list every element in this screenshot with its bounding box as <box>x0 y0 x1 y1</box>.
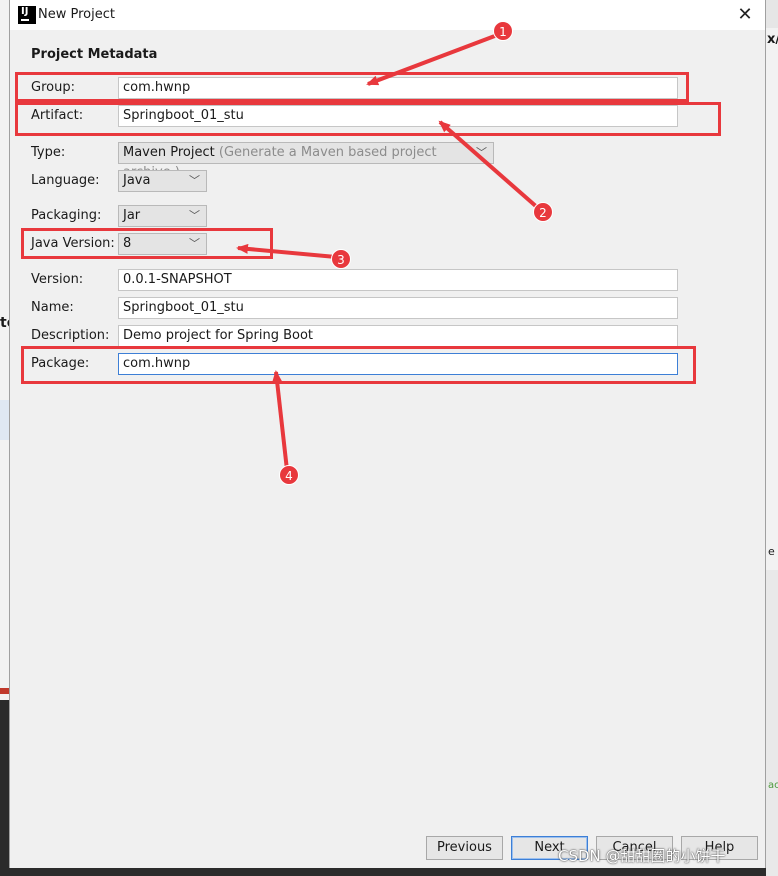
annotation-arrows <box>236 32 540 471</box>
arrow-1 <box>366 32 501 86</box>
arrow-3 <box>236 243 337 259</box>
annotation-badge-3: 3 <box>331 249 351 269</box>
arrow-4 <box>272 370 289 471</box>
annotation-badge-1: 1 <box>493 21 513 41</box>
annotation-badge-4: 4 <box>279 465 299 485</box>
annotation-badge-2: 2 <box>533 202 553 222</box>
watermark: CSDN @甜甜圈的小饼干 <box>558 847 726 865</box>
arrow-2 <box>438 120 540 210</box>
